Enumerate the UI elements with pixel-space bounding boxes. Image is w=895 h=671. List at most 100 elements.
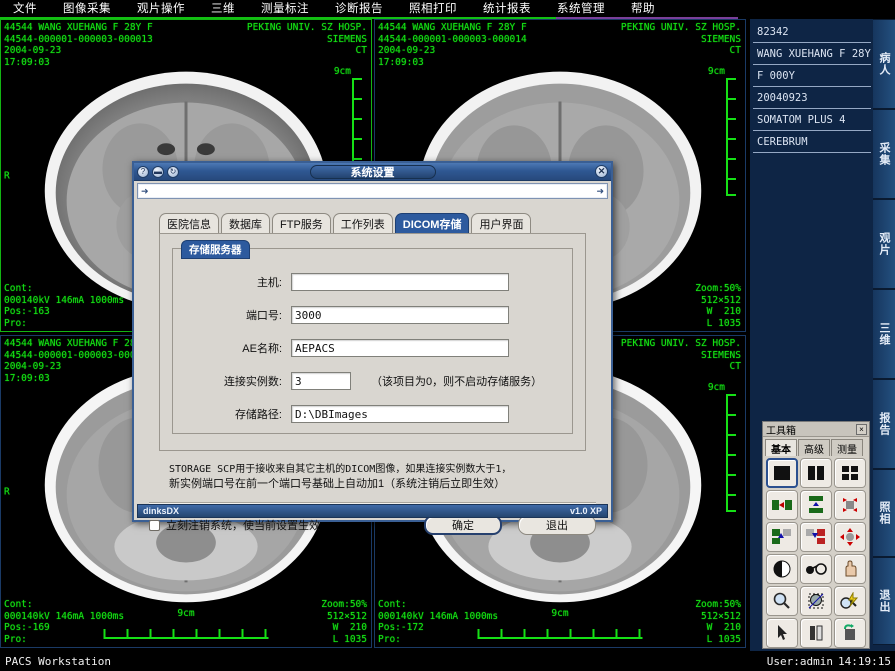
- vp1-time: 17:09:03: [4, 57, 50, 68]
- viewport-3-horizontal-ruler: [104, 631, 269, 639]
- vp4-pro: Pro:: [378, 634, 401, 645]
- back-arrow-icon[interactable]: ➜: [141, 186, 149, 197]
- viewport-2-institution-info: PEKING UNIV. SZ HOSP. SIEMENS CT: [621, 22, 741, 57]
- patient-row-body-part[interactable]: CEREBRUM: [753, 131, 871, 153]
- forward-arrow-icon[interactable]: ➜: [596, 186, 604, 197]
- invert-contrast-icon[interactable]: [800, 554, 832, 584]
- menu-item-view-operations[interactable]: 观片操作: [124, 0, 198, 18]
- viewport-1-technique-info: Cont: 000140kV 146mA 1000ms Pos:-163 Pro…: [4, 283, 124, 329]
- menu-item-measure-annotate[interactable]: 测量标注: [248, 0, 322, 18]
- vp1-patient-line: 44544 WANG XUEHANG F 28Y F: [4, 22, 153, 33]
- copy-image-left-icon[interactable]: [800, 522, 832, 552]
- layout-1x1-icon[interactable]: [766, 458, 798, 488]
- layout-1x2-icon[interactable]: [800, 458, 832, 488]
- tab-database[interactable]: 数据库: [221, 213, 270, 235]
- tab-ftp-service[interactable]: FTP服务: [272, 213, 331, 235]
- app-status-bar: PACS Workstation User:admin 14:19:15: [0, 652, 895, 671]
- toolbox-title: 工具箱: [766, 422, 796, 437]
- vp3-matrix: 512×512: [327, 611, 367, 622]
- toolbox-panel: 工具箱 × 基本 高级 测量: [762, 421, 870, 649]
- hand-drag-icon[interactable]: [834, 554, 866, 584]
- close-icon[interactable]: ×: [856, 424, 867, 435]
- viewport-1-orient-left: R: [4, 170, 10, 182]
- patient-row-id[interactable]: 82342: [753, 21, 871, 43]
- toolbox-titlebar[interactable]: 工具箱 ×: [763, 422, 869, 437]
- viewport-4-display-info: Zoom:50% 512×512 W 210 L 1035: [695, 599, 741, 645]
- viewport-4-technique-info: Cont: 000140kV 146mA 1000ms Pos:-172 Pro…: [378, 599, 498, 645]
- dialog-tab-bar: 医院信息 数据库 FTP服务 工作列表 DICOM存储 用户界面: [159, 213, 531, 235]
- patient-row-device[interactable]: SOMATOM PLUS 4: [753, 109, 871, 131]
- vp3-uid-line: 44544-000001-000003-000015: [4, 350, 153, 361]
- menu-item-photo-print[interactable]: 照相打印: [396, 0, 470, 18]
- vtab-report[interactable]: 报告: [873, 379, 895, 469]
- dialog-status-bar: dinksDX v1.0 XP: [137, 504, 608, 518]
- close-icon[interactable]: ✕: [595, 165, 608, 178]
- tab-dicom-storage[interactable]: DICOM存储: [395, 213, 470, 235]
- patient-row-sex-age[interactable]: F 000Y: [753, 65, 871, 87]
- pan-move-icon[interactable]: [834, 522, 866, 552]
- logout-now-checkbox[interactable]: [149, 520, 160, 531]
- vtab-patient[interactable]: 病人: [873, 19, 895, 109]
- vp4-cont: Cont:: [378, 599, 407, 610]
- vp2-institution: PEKING UNIV. SZ HOSP.: [621, 22, 741, 33]
- window-level-icon[interactable]: [766, 554, 798, 584]
- dialog-title: 系统设置: [134, 164, 611, 180]
- menu-item-statistics[interactable]: 统计报表: [470, 0, 544, 18]
- magnifier-icon[interactable]: [766, 586, 798, 616]
- vtab-viewing[interactable]: 观片: [873, 199, 895, 289]
- menu-item-diagnostic-report[interactable]: 诊断报告: [322, 0, 396, 18]
- menu-item-system-admin[interactable]: 系统管理: [544, 0, 618, 18]
- menu-item-3d[interactable]: 三维: [198, 0, 248, 18]
- storage-path-label: 存储路径:: [173, 406, 291, 422]
- toolbox-tab-measure[interactable]: 测量: [831, 439, 863, 456]
- storage-path-field[interactable]: D:\DBImages: [291, 405, 509, 423]
- viewport-2-scale-label: 9cm: [708, 66, 725, 78]
- pointer-select-icon[interactable]: [766, 618, 798, 648]
- vp2-date: 2004-09-23: [378, 45, 435, 56]
- patient-row-study-date[interactable]: 20040923: [753, 87, 871, 109]
- menu-item-image-acquisition[interactable]: 图像采集: [50, 0, 124, 18]
- toolbox-tab-advanced[interactable]: 高级: [798, 439, 830, 456]
- menu-item-help[interactable]: 帮助: [618, 0, 668, 18]
- vtab-photo[interactable]: 照相: [873, 469, 895, 557]
- vp2-modality: CT: [730, 45, 741, 56]
- copy-image-right-icon[interactable]: [766, 522, 798, 552]
- menu-item-file[interactable]: 文件: [0, 0, 50, 18]
- roi-zoom-icon[interactable]: [800, 586, 832, 616]
- rotate-image-icon[interactable]: [834, 618, 866, 648]
- tab-worklist[interactable]: 工作列表: [333, 213, 393, 235]
- flip-horizontal-icon[interactable]: [800, 618, 832, 648]
- layout-2x2-icon[interactable]: [834, 458, 866, 488]
- dialog-titlebar[interactable]: ? ▬ ↻ 系统设置 ✕: [134, 163, 611, 181]
- tab-hospital-info[interactable]: 医院信息: [159, 213, 219, 235]
- sharpen-filter-icon[interactable]: [834, 586, 866, 616]
- vp3-pro: Pro:: [4, 634, 27, 645]
- ae-title-label: AE名称:: [173, 340, 291, 356]
- ae-title-row: AE名称: AEPACS: [173, 337, 572, 358]
- image-stack-icon[interactable]: [800, 490, 832, 520]
- instance-count-field[interactable]: 3: [291, 372, 351, 390]
- patient-info-list: 82342 WANG XUEHANG F 28Y F 000Y 20040923…: [753, 21, 871, 153]
- status-user: User:admin: [767, 655, 833, 668]
- vp2-wl: L 1035: [707, 318, 741, 329]
- tab-user-interface[interactable]: 用户界面: [471, 213, 531, 235]
- exit-button[interactable]: 退出: [518, 515, 596, 535]
- fit-to-window-icon[interactable]: [834, 490, 866, 520]
- viewport-3-technique-info: Cont: 000140kV 146mA 1000ms Pos:-169 Pro…: [4, 599, 124, 645]
- vtab-exit[interactable]: 退出: [873, 557, 895, 645]
- vp4-ww: W 210: [707, 622, 741, 633]
- ae-title-field[interactable]: AEPACS: [291, 339, 509, 357]
- vtab-acquisition[interactable]: 采集: [873, 109, 895, 199]
- vp4-technique: 000140kV 146mA 1000ms: [378, 611, 498, 622]
- vtab-3d[interactable]: 三维: [873, 289, 895, 379]
- patient-row-name[interactable]: WANG XUEHANG F 28Y: [753, 43, 871, 65]
- status-app-name: PACS Workstation: [5, 655, 111, 668]
- host-label: 主机:: [173, 274, 291, 290]
- instance-count-hint: （该项目为0，则不启动存储服务）: [371, 373, 542, 389]
- toolbox-tab-basic[interactable]: 基本: [765, 439, 797, 456]
- series-next-icon[interactable]: [766, 490, 798, 520]
- port-field[interactable]: 3000: [291, 306, 509, 324]
- ok-button[interactable]: 确定: [424, 515, 502, 535]
- vp2-matrix: 512×512: [701, 295, 741, 306]
- host-field[interactable]: [291, 273, 509, 291]
